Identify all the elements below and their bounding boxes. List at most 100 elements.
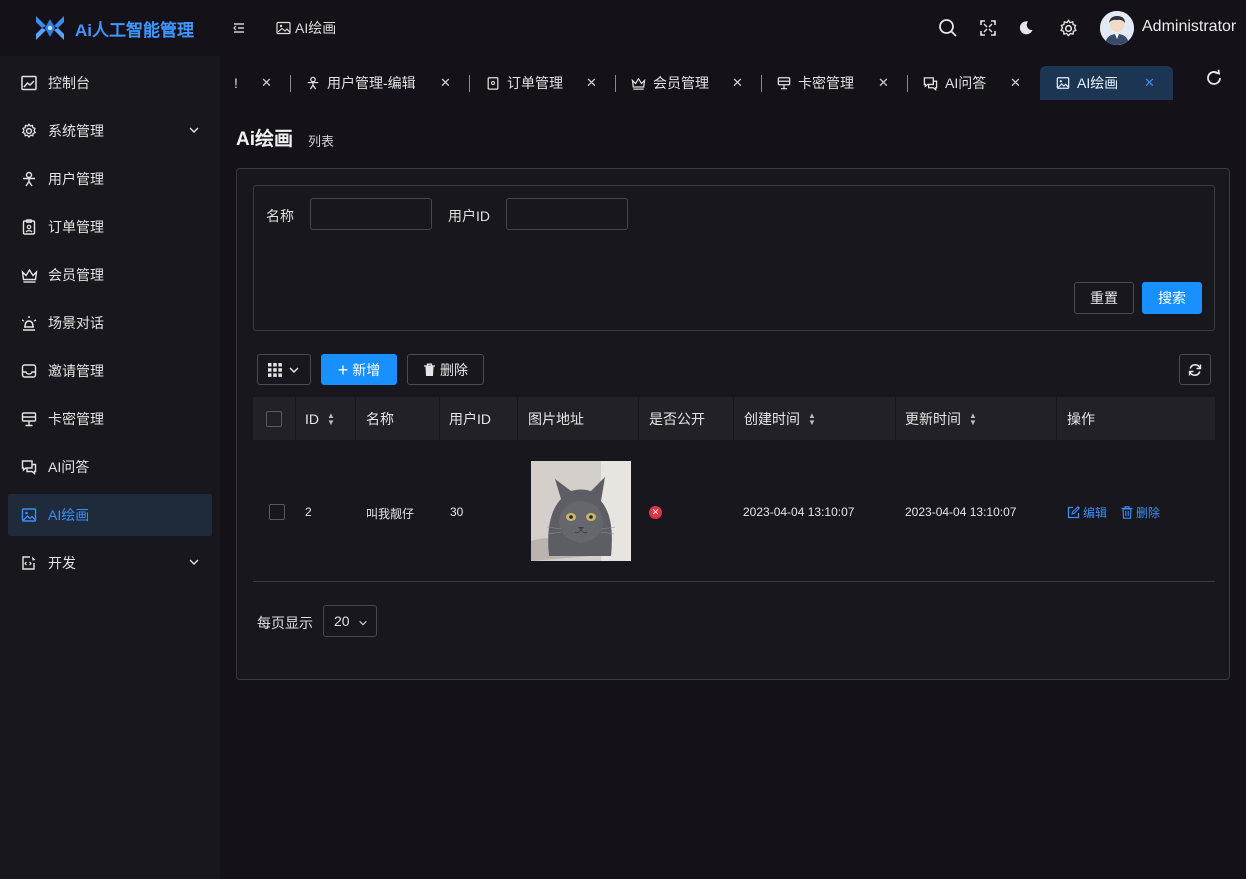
content-card: 名称 用户ID 重置 搜索 + 新增 删除 ID ▲ ▼ 名称 用户ID 图片地…	[236, 168, 1230, 680]
page-title: Ai绘画	[236, 129, 294, 150]
column-image: 图片地址	[518, 397, 639, 440]
sidebar-item-members[interactable]: 会员管理	[8, 254, 212, 296]
bulk-delete-button[interactable]: 删除	[407, 354, 484, 385]
tab-members[interactable]: 会员管理	[631, 66, 709, 100]
edit-label: 编辑	[1083, 506, 1108, 520]
tab-user-edit[interactable]: 用户管理-编辑	[306, 66, 416, 100]
tab-divider	[469, 75, 470, 92]
sort-icon[interactable]: ▲ ▼	[969, 411, 977, 426]
add-button[interactable]: + 新增	[321, 354, 397, 385]
chevron-down-icon	[189, 559, 199, 565]
tab-label: 用户管理-编辑	[327, 75, 416, 91]
tab-divider	[907, 75, 908, 92]
dark-mode-icon[interactable]	[1015, 17, 1037, 39]
column-toggle-button[interactable]	[257, 354, 311, 385]
avatar[interactable]	[1100, 11, 1134, 45]
per-page-label: 每页显示	[257, 615, 313, 631]
sidebar-item-invites[interactable]: 邀请管理	[8, 350, 212, 392]
sidebar-item-dashboard[interactable]: 控制台	[8, 62, 212, 104]
row-divider	[253, 581, 1215, 582]
edit-button[interactable]: 编辑	[1067, 504, 1107, 521]
refresh-icon	[1188, 363, 1202, 376]
tab-label: 会员管理	[653, 75, 709, 91]
cat-photo[interactable]	[531, 461, 631, 561]
sidebar-item-label: 场景对话	[48, 315, 104, 331]
close-icon[interactable]: ✕	[1010, 75, 1021, 91]
select-all-checkbox[interactable]	[266, 410, 282, 427]
app-title: Ai人工智能管理	[75, 20, 194, 40]
cell-id: 2	[305, 505, 312, 519]
reset-button[interactable]: 重置	[1074, 282, 1134, 314]
chevron-down-icon	[289, 366, 299, 373]
cell-name: 叫我靓仔	[366, 507, 415, 521]
menu-fold-icon[interactable]	[230, 19, 248, 37]
row-checkbox[interactable]	[269, 504, 285, 520]
card-icon	[777, 76, 791, 90]
search-icon[interactable]	[937, 17, 959, 39]
sidebar-item-scenes[interactable]: 场景对话	[8, 302, 212, 344]
bulk-delete-label: 删除	[440, 361, 468, 378]
close-icon[interactable]: ✕	[732, 75, 743, 91]
sidebar-item-label: 邀请管理	[48, 363, 104, 379]
column-updated[interactable]: 更新时间 ▲ ▼	[896, 397, 1057, 440]
name-field[interactable]	[310, 198, 432, 230]
order-icon	[20, 218, 38, 236]
sidebar-item-system[interactable]: 系统管理	[8, 110, 212, 152]
close-icon[interactable]: ✕	[878, 75, 889, 91]
refresh-table-button[interactable]	[1179, 354, 1211, 385]
settings-icon[interactable]	[1057, 17, 1079, 39]
column-name: 名称	[356, 397, 440, 440]
tab-ai-drawing[interactable]: AI绘画 ✕	[1040, 66, 1173, 100]
per-page-value: 20	[334, 613, 350, 629]
search-button[interactable]: 搜索	[1142, 282, 1202, 314]
grid-icon	[268, 362, 282, 377]
close-icon[interactable]: ✕	[261, 75, 272, 91]
tab-label: !	[234, 75, 238, 91]
tab-orders[interactable]: 订单管理	[486, 66, 563, 100]
tab-divider	[615, 75, 616, 92]
close-icon[interactable]: ✕	[586, 75, 597, 91]
per-page-select[interactable]: 20	[323, 605, 377, 637]
sidebar-item-dev[interactable]: 开发	[8, 542, 212, 584]
sort-icon[interactable]: ▲ ▼	[808, 411, 816, 426]
select-all-cell	[253, 397, 296, 440]
logo[interactable]: Ai人工智能管理	[32, 10, 194, 46]
column-label: 是否公开	[649, 410, 705, 427]
sidebar-item-ai-drawing[interactable]: AI绘画	[8, 494, 212, 536]
column-label: 名称	[366, 410, 394, 427]
logo-icon	[36, 16, 64, 40]
column-label: 更新时间	[905, 410, 961, 427]
sort-icon[interactable]: ▲ ▼	[327, 411, 335, 426]
tab-bar: ! ✕ 用户管理-编辑 ✕ 订单管理 ✕ 会员管理 ✕ 卡密管理 ✕ AI问答 …	[220, 66, 1246, 100]
tab-label: AI绘画	[1077, 75, 1119, 91]
fullscreen-icon[interactable]	[977, 17, 999, 39]
column-id[interactable]: ID ▲ ▼	[296, 397, 356, 440]
add-button-label: 新增	[352, 361, 381, 378]
tab-label: AI问答	[945, 75, 987, 91]
sidebar-item-ai-qa[interactable]: AI问答	[8, 446, 212, 488]
sidebar-item-label: 系统管理	[48, 123, 104, 139]
column-created[interactable]: 创建时间 ▲ ▼	[734, 397, 896, 440]
dev-icon	[20, 554, 38, 572]
tab-ai-qa[interactable]: AI问答	[923, 66, 986, 100]
tab-cards[interactable]: 卡密管理	[777, 66, 854, 100]
sidebar-item-orders[interactable]: 订单管理	[8, 206, 212, 248]
reload-tab-icon[interactable]	[1205, 69, 1223, 87]
scene-icon	[20, 314, 38, 332]
sidebar-item-cards[interactable]: 卡密管理	[8, 398, 212, 440]
userid-field[interactable]	[506, 198, 628, 230]
tab-label: 订单管理	[507, 75, 563, 91]
close-icon[interactable]: ✕	[1144, 75, 1155, 91]
column-label: 操作	[1067, 410, 1095, 427]
column-public: 是否公开	[639, 397, 734, 440]
close-icon[interactable]: ✕	[440, 75, 451, 91]
sidebar-item-label: 控制台	[48, 75, 90, 91]
tab-truncated[interactable]: !	[234, 66, 238, 100]
breadcrumb-label: AI绘画	[295, 20, 337, 36]
username[interactable]: Administrator	[1142, 18, 1236, 36]
delete-button[interactable]: 删除	[1121, 504, 1160, 521]
sidebar-item-users[interactable]: 用户管理	[8, 158, 212, 200]
column-label: 创建时间	[744, 410, 800, 427]
user-icon	[20, 170, 38, 188]
not-public-badge: ✕	[649, 506, 662, 519]
